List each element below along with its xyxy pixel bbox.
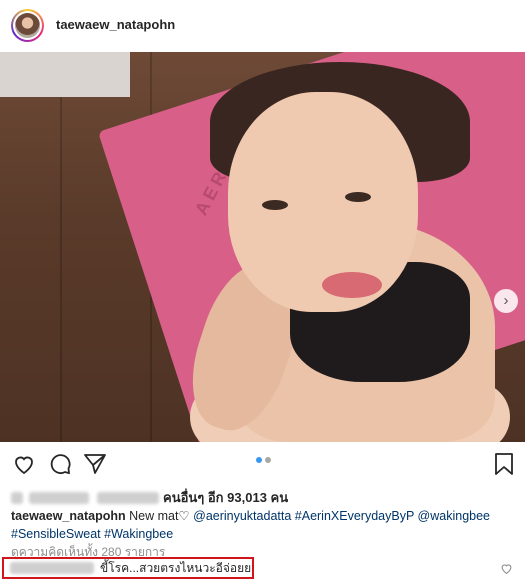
blurred-liker-avatar xyxy=(11,491,23,504)
comment-icon[interactable] xyxy=(48,452,72,476)
carousel-indicator xyxy=(256,457,276,465)
lips xyxy=(322,272,382,298)
hashtag-aerinxeverydaybyp[interactable]: #AerinXEverydayByP xyxy=(295,509,414,523)
blurred-liker-name xyxy=(29,491,89,504)
mention-wakingbee[interactable]: @wakingbee xyxy=(418,509,490,523)
post-header: taewaew_natapohn xyxy=(0,0,525,52)
comment-text: ขี้โรค...สวยตรงไหนวะอีจ่อยย xyxy=(100,560,252,575)
heart-icon[interactable] xyxy=(12,452,36,476)
post-photo[interactable]: AERIN › xyxy=(0,52,525,442)
comment-like-icon[interactable] xyxy=(500,562,513,575)
eye-left xyxy=(262,200,288,210)
carousel-dot-active xyxy=(256,457,262,463)
action-bar xyxy=(0,448,525,484)
carousel-dot xyxy=(265,457,271,463)
post-caption: taewaew_natapohn New mat♡ @aerinyuktadat… xyxy=(11,509,491,541)
avatar[interactable] xyxy=(11,9,44,42)
mention-aerin[interactable]: @aerinyuktadatta xyxy=(193,509,291,523)
hashtag-wakingbee[interactable]: #Wakingbee xyxy=(104,527,173,541)
carousel-next-button[interactable]: › xyxy=(494,289,518,313)
sofa xyxy=(0,52,130,97)
highlighted-comment: ขี้โรค...สวยตรงไหนวะอีจ่อยย xyxy=(2,557,254,579)
bookmark-icon[interactable] xyxy=(492,452,516,476)
blurred-liker-name-2 xyxy=(97,491,159,504)
send-icon[interactable] xyxy=(83,452,107,476)
caption-username[interactable]: taewaew_natapohn xyxy=(11,509,126,523)
blurred-commenter-name xyxy=(10,562,94,574)
header-username[interactable]: taewaew_natapohn xyxy=(56,17,175,32)
likes-count: คนอื่นๆ อีก 93,013 คน xyxy=(163,490,289,505)
heart-outline-icon: ♡ xyxy=(178,509,190,523)
likes-line[interactable]: คนอื่นๆ อีก 93,013 คน xyxy=(11,487,288,508)
person-face xyxy=(228,92,418,312)
hashtag-sensiblesweat[interactable]: #SensibleSweat xyxy=(11,527,101,541)
eye-right xyxy=(345,192,371,202)
avatar-photo xyxy=(15,13,40,38)
